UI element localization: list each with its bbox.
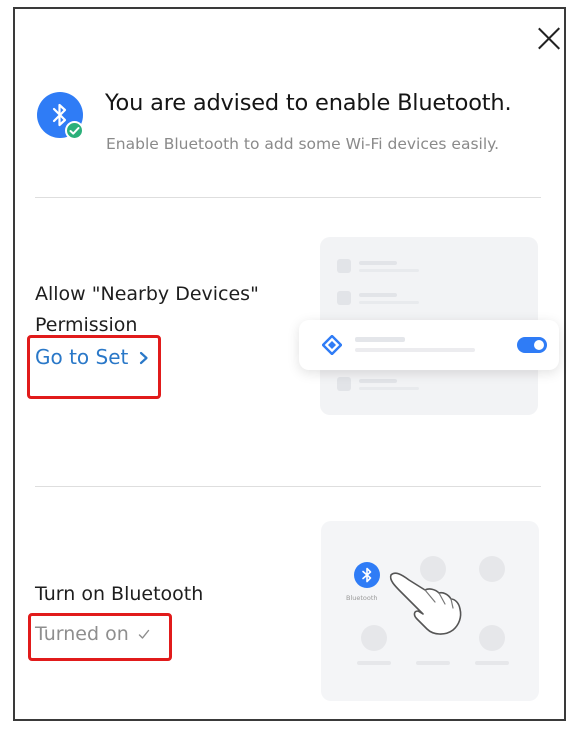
- grid-label: [475, 661, 509, 665]
- permission-toggle[interactable]: [517, 337, 547, 353]
- grid-circle: [479, 625, 505, 651]
- grid-circle: [361, 625, 387, 651]
- divider: [35, 197, 541, 198]
- permission-step-label: Allow "Nearby Devices" Permission: [35, 283, 259, 336]
- highlight-box: [28, 613, 172, 661]
- dialog-subtitle: Enable Bluetooth to add some Wi-Fi devic…: [106, 135, 500, 153]
- grid-circle: [479, 556, 505, 582]
- bluetooth-tile-label: Bluetooth: [346, 594, 378, 602]
- divider: [35, 486, 541, 487]
- bluetooth-step-label: Turn on Bluetooth: [35, 583, 204, 605]
- grid-label: [416, 661, 450, 665]
- grid-label: [357, 661, 391, 665]
- list-item: [337, 259, 457, 275]
- pointing-hand-icon: [389, 572, 462, 635]
- list-item: [337, 291, 457, 307]
- dialog: You are advised to enable Bluetooth. Ena…: [13, 7, 566, 721]
- dialog-title: You are advised to enable Bluetooth.: [105, 90, 512, 116]
- list-item: [337, 377, 457, 393]
- permission-card: [299, 320, 559, 370]
- check-badge-icon: [65, 121, 84, 140]
- bluetooth-tile-icon: [354, 562, 380, 588]
- close-icon[interactable]: [534, 23, 564, 53]
- nearby-devices-icon: [322, 335, 342, 355]
- highlight-box: [27, 335, 161, 399]
